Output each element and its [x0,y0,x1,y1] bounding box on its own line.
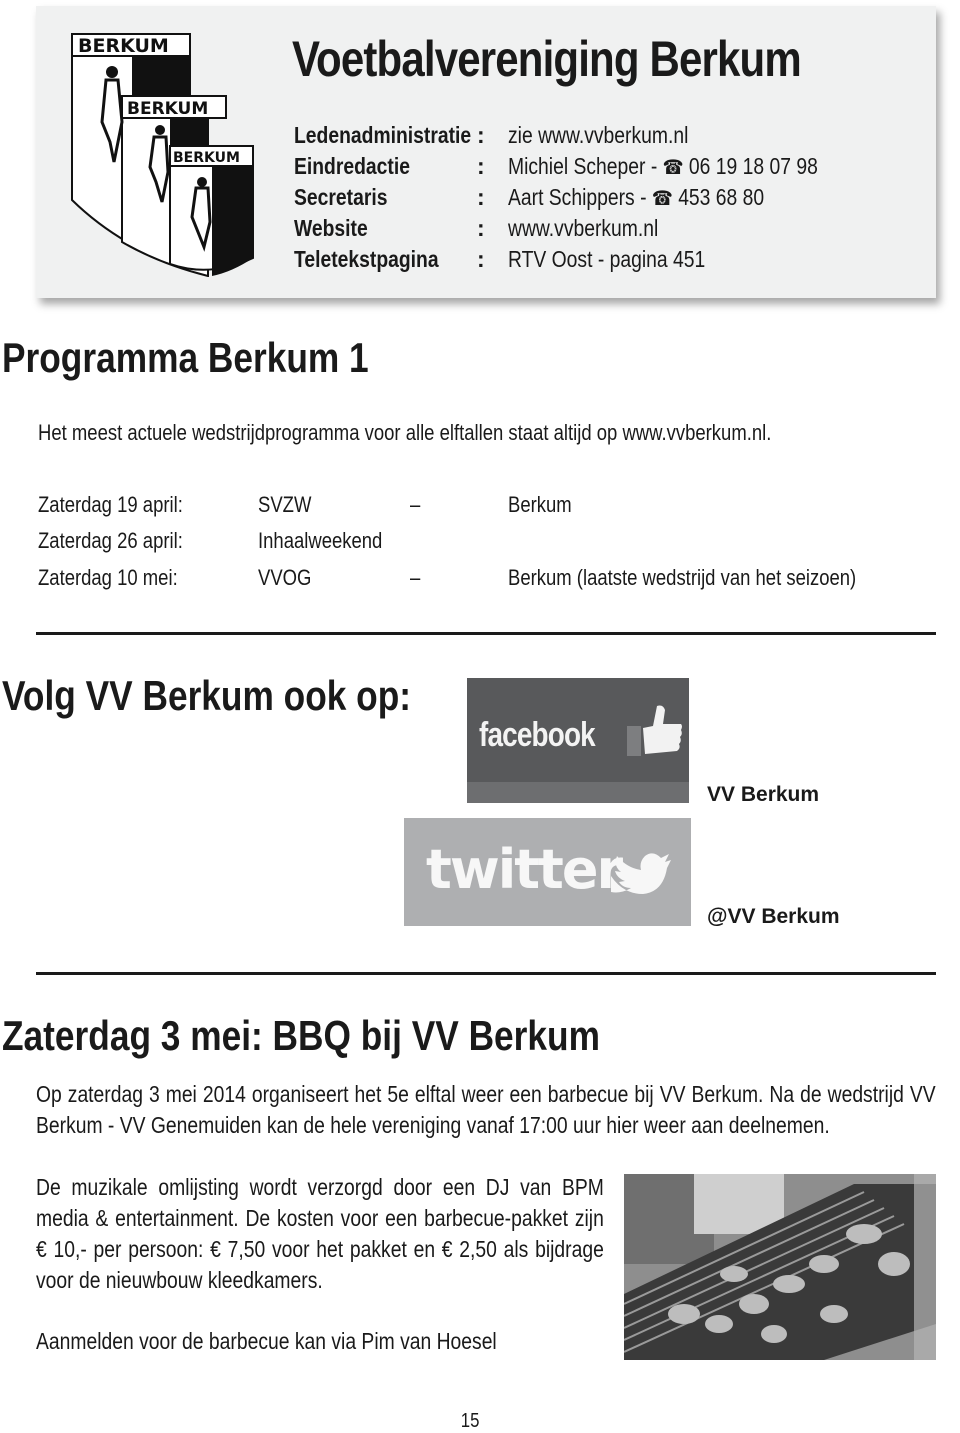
phone-icon: ☎ [662,157,684,179]
page-number: 15 [0,1410,940,1433]
match-separator: – [410,492,421,517]
info-value-text: RTV Oost - pagina 451 [508,246,706,272]
info-colon: : [477,122,485,148]
info-value-text: Aart Schippers - [508,184,652,210]
club-logo: BERKUM BERKUM BERKUM [71,33,254,277]
info-label: Eindredactie [294,153,410,179]
match-row: Zaterdag 26 april: Inhaalweekend [38,528,938,558]
info-label: Ledenadministratie [294,122,472,148]
facebook-bar [467,782,689,803]
phone-number: 453 68 80 [678,184,765,210]
info-colon: : [477,215,485,241]
phone-number: 06 19 18 07 98 [688,153,818,179]
bbq-signup-text: Aanmelden voor de barbecue kan via Pim v… [36,1328,497,1354]
info-value: Aart Schippers - ☎ 453 68 80 [508,184,764,211]
match-home: VVOG [258,565,312,590]
bbq-paragraph: De muzikale omlijsting wordt verzorgd do… [36,1172,604,1296]
bbq-photo [624,1174,936,1360]
twitter-handle[interactable]: @VV Berkum [707,905,840,929]
info-value-text[interactable]: zie www.vvberkum.nl [508,122,688,148]
twitter-logo[interactable]: twitter [404,818,691,926]
grill-image [624,1174,936,1360]
thumbs-up-icon [627,705,682,756]
info-colon: : [477,184,485,210]
info-label: Teletekstpagina [294,246,439,272]
programma-intro: Het meest actuele wedstrijdprogramma voo… [38,420,772,445]
website-link[interactable]: www.vvberkum.nl [508,215,658,241]
phone-icon: ☎ [651,188,673,210]
info-value: RTV Oost - pagina 451 [508,246,705,273]
info-colon: : [477,246,485,272]
info-value: Michiel Scheper - ☎ 06 19 18 07 98 [508,153,818,180]
info-colon: : [477,153,485,179]
twitter-bird-icon [611,853,671,894]
bbq-paragraph: Op zaterdag 3 mei 2014 organiseert het 5… [36,1079,936,1141]
match-date: Zaterdag 26 april: [38,528,183,553]
page-number-text: 15 [460,1410,480,1432]
shield-icon: BERKUM [169,145,254,276]
info-value-text: Michiel Scheper - [508,153,663,179]
match-date: Zaterdag 10 mei: [38,565,178,590]
svg-text:BERKUM: BERKUM [173,150,240,166]
bbq-heading: Zaterdag 3 mei: BBQ bij VV Berkum [2,1012,600,1059]
bbq-paragraph-text: Op zaterdag 3 mei 2014 organiseert het 5… [36,1081,936,1138]
info-label: Secretaris [294,184,388,210]
club-header: BERKUM BERKUM BERKUM Voetbalvereniging B… [36,6,936,298]
match-date: Zaterdag 19 april: [38,492,183,517]
info-value: www.vvberkum.nl [508,215,658,242]
section-divider [36,632,936,635]
bbq-paragraph-text: De muzikale omlijsting wordt verzorgd do… [36,1174,604,1293]
section-divider [36,972,936,975]
social-heading: Volg VV Berkum ook op: [2,672,412,719]
club-title: Voetbalvereniging Berkum [292,31,802,87]
facebook-wordmark: facebook [479,716,596,754]
match-away: Berkum [508,492,572,517]
programma-heading: Programma Berkum 1 [2,334,369,381]
facebook-handle[interactable]: VV Berkum [707,783,819,807]
match-home: Inhaalweekend [258,528,383,553]
facebook-logo[interactable]: facebook [467,678,689,803]
svg-text:BERKUM: BERKUM [127,99,208,119]
svg-text:BERKUM: BERKUM [78,35,169,57]
match-away: Berkum (laatste wedstrijd van het seizoe… [508,565,857,590]
match-row: Zaterdag 19 april: SVZW – Berkum [38,492,938,522]
match-home: SVZW [258,492,312,517]
match-separator: – [410,565,421,590]
match-row: Zaterdag 10 mei: VVOG – Berkum (laatste … [38,565,938,595]
info-label: Website [294,215,368,241]
info-value: zie www.vvberkum.nl [508,122,688,149]
twitter-wordmark: twitter [426,838,623,901]
